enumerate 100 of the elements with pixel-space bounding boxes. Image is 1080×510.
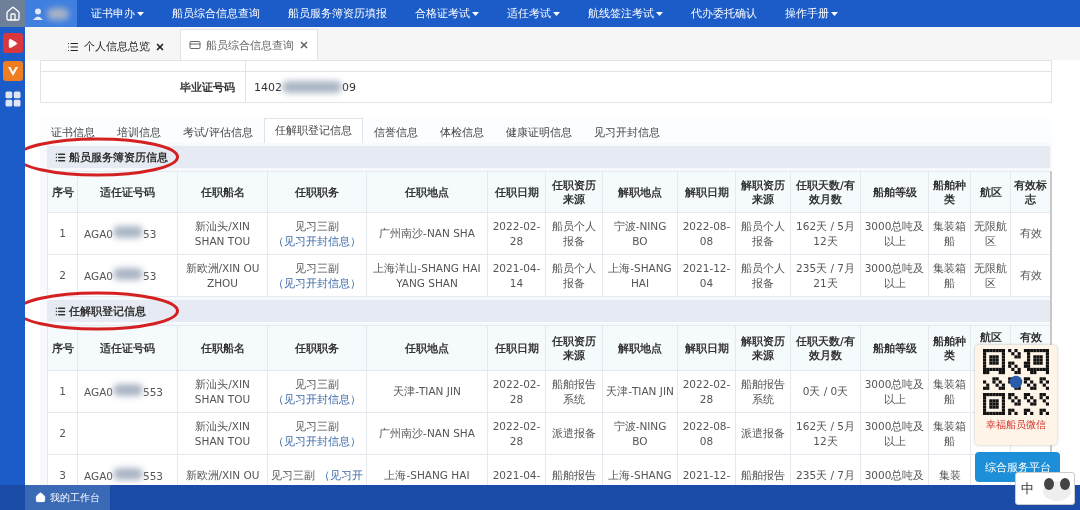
column-header: 任职地点 [366,325,488,371]
column-header: 适任证号码 [77,171,178,213]
table-cell: 见习三副 （见习开封信息） [267,412,367,455]
table-cell: 船员个人报备 [735,254,791,297]
redaction-blur [113,383,143,396]
nav-menu-item[interactable]: 操作手册 [771,0,852,27]
sub-tab[interactable]: 健康证明信息 [494,121,583,143]
column-header: 解职地点 [602,325,678,371]
sub-tab[interactable]: 培训信息 [106,121,172,143]
column-header: 任职船名 [177,325,268,371]
table-cell: 宁波-NING BO [602,212,678,255]
table-cell: 162天 / 5月12天 [790,412,861,455]
nav-menu-item[interactable]: 船员综合信息查询 [158,0,274,27]
nav-menu-item[interactable]: 船员服务簿资历填报 [274,0,401,27]
field-label: 毕业证号码 [41,72,246,102]
table-cell: 上海-SHANG HAI [602,254,678,297]
info-link[interactable]: （见习开封信息） [273,275,361,291]
column-header: 任职天数/有效月数 [790,171,861,213]
nav-menu-item[interactable]: 适任考试 [493,0,574,27]
table-cell: 无限航区 [970,254,1011,297]
table-cell: 新汕头/XIN SHAN TOU [177,412,268,455]
table-cell: 2021-12-04 [677,254,736,297]
home-button[interactable] [0,0,25,27]
nav-menu-item[interactable]: 航线签注考试 [574,0,677,27]
table-cell: 2 [47,412,78,455]
video-icon[interactable] [2,33,23,53]
column-header: 任职日期 [487,325,546,371]
table-cell: 2022-08-08 [677,412,736,455]
table-cell: 派遣报备 [735,412,791,455]
qr-caption: 幸福船员微信 [986,418,1046,432]
v-logo-icon[interactable] [2,61,23,81]
close-icon [299,40,309,50]
section-title: 船员服务簿资历信息 [69,149,168,165]
table-cell: 见习三副 （见习开封信息） [267,254,367,297]
sub-tab[interactable]: 体检信息 [428,121,495,143]
table-cell: 船员个人报备 [545,254,603,297]
info-link[interactable]: （见习开封信息） [273,433,361,449]
table-cell: 天津-TIAN JIN [602,370,678,413]
table-cell: 见习三副 （见习开封信息） [267,212,367,255]
table-cell: 船员个人报备 [735,212,791,255]
column-header: 任职职务 [267,325,367,371]
table-cell: 无限航区 [970,212,1011,255]
table-cell: 3000总吨及以上 [860,212,929,255]
table-cell: 广州南沙-NAN SHA [366,412,488,455]
sub-tab[interactable]: 考试/评估信息 [172,121,264,143]
workbench-tab[interactable]: 我的工作台 [25,485,110,510]
sub-tab[interactable]: 任解职登记信息 [263,118,363,143]
table-cell: 2022-02-28 [487,370,546,413]
page-tab[interactable]: 船员综合信息查询 [180,29,318,60]
table-cell: 船舶报告系统 [735,370,791,413]
table-cell: 235天 / 7月21天 [790,254,861,297]
table-cell: 见习三副 （见习开封信息） [267,370,367,413]
sub-tab[interactable]: 见习开封信息 [582,121,671,143]
table-cell: 上海洋山-SHANG HAI YANG SHAN [366,254,488,297]
nav-menu-item[interactable]: 代办委托确认 [677,0,771,27]
field-value: 1402 [254,80,282,94]
table-cell: 广州南沙-NAN SHA [366,212,488,255]
card-icon [189,39,201,51]
column-header: 任职天数/有效月数 [790,325,861,371]
list-icon [55,151,66,163]
column-header: 任职职务 [267,171,367,213]
info-link[interactable]: （见习开封信息） [273,233,361,249]
table-cell: 派遣报备 [545,412,603,455]
sub-tab[interactable]: 信誉信息 [362,121,429,143]
table-cell: 船舶报告系统 [545,370,603,413]
field-value: 09 [342,80,356,94]
column-header: 船舶种类 [928,325,971,371]
table-cell: 2022-02-28 [487,212,546,255]
column-header: 解职资历来源 [735,325,791,371]
table-cell: 3000总吨及以上 [860,370,929,413]
ime-indicator[interactable]: 中 [1015,472,1075,505]
mascot-drawing [1040,475,1074,502]
column-header: 船舶等级 [860,325,929,371]
page-tab[interactable]: 个人信息总览 [58,32,174,60]
table-cell: 2022-02-28 [677,370,736,413]
table-cell: 集装箱船 [928,412,971,455]
table-cell: 2021-04-14 [487,254,546,297]
column-header: 任职日期 [487,171,546,213]
column-header: 解职日期 [677,325,736,371]
column-header: 有效标志 [1010,171,1051,213]
table-cell: 3000总吨及以上 [860,412,929,455]
column-header: 任职资历来源 [545,325,603,371]
section-title: 任解职登记信息 [69,303,146,319]
qr-code-drawing [983,349,1049,415]
table-cell: 2 [47,254,78,297]
column-header: 序号 [47,325,78,371]
redaction-blur [113,225,143,238]
table-cell: 天津-TIAN JIN [366,370,488,413]
table-cell: AGA0 53 [77,212,178,255]
table-cell: 船员个人报备 [545,212,603,255]
user-avatar[interactable] [25,0,77,27]
sub-tab[interactable]: 证书信息 [40,121,106,143]
redaction-blur [113,267,143,280]
column-header: 解职地点 [602,171,678,213]
nav-menu-item[interactable]: 证书申办 [77,0,158,27]
info-link[interactable]: （见习开封信息） [273,391,361,407]
nav-menu-item[interactable]: 合格证考试 [401,0,493,27]
table-cell: 集装箱船 [928,370,971,413]
list-icon [55,305,66,317]
info-link[interactable]: （见习开 [318,468,363,483]
